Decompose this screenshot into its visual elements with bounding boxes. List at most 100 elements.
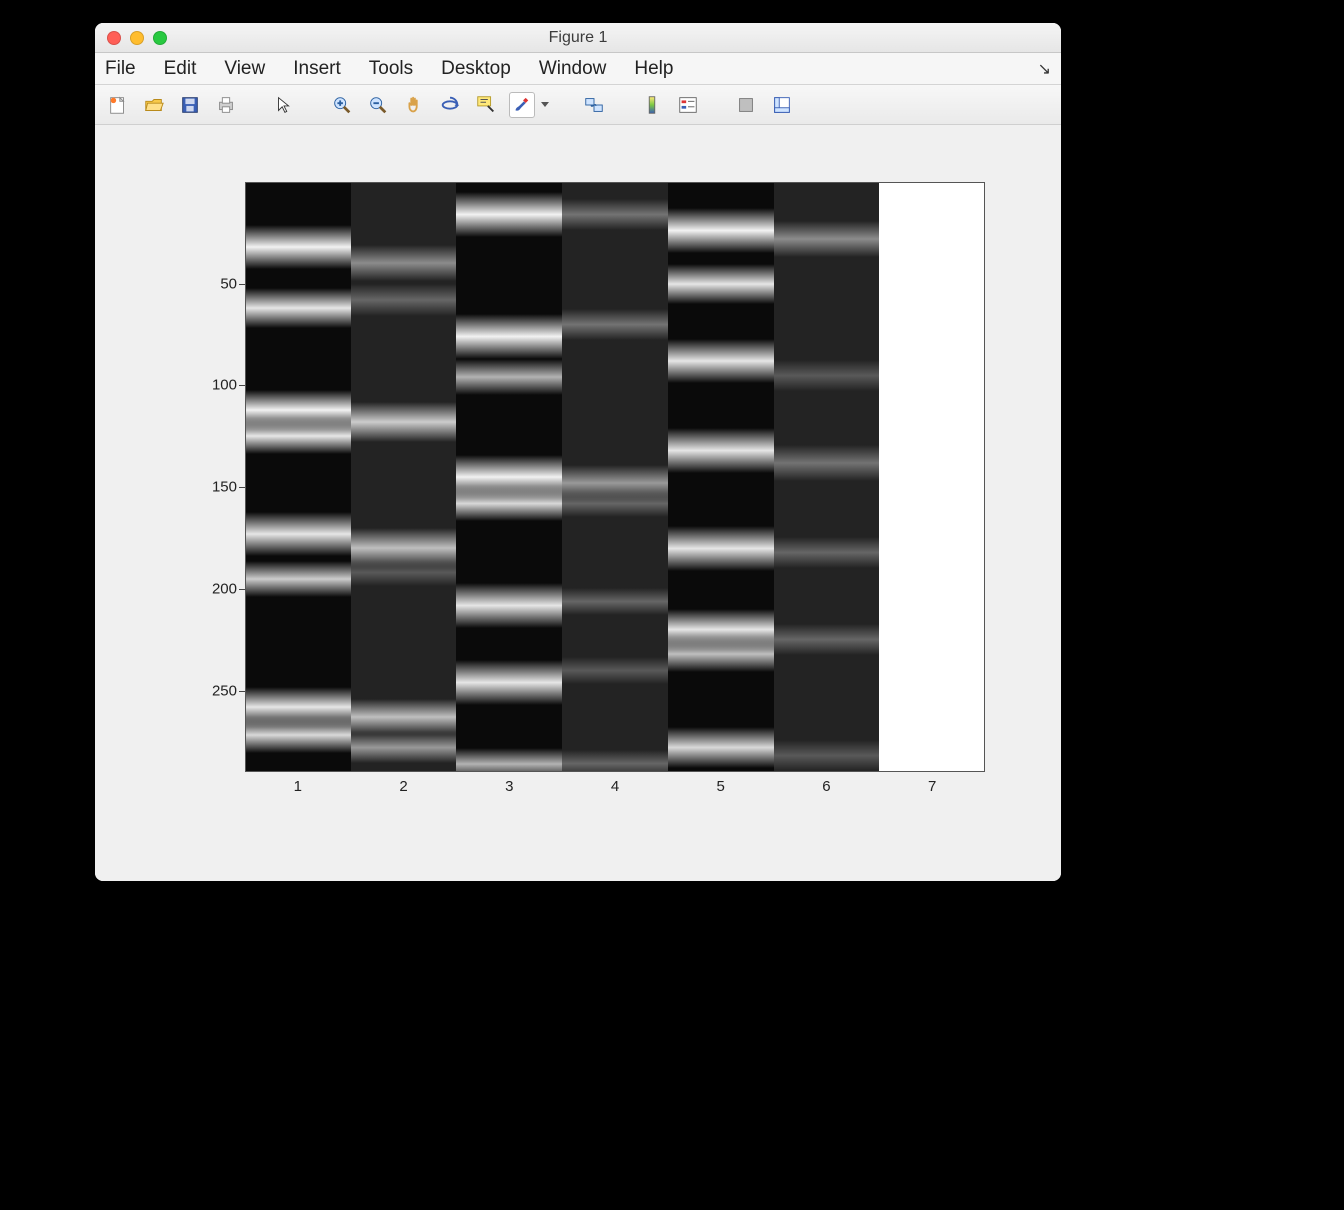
menu-help[interactable]: Help xyxy=(634,58,673,80)
gel-lane-5 xyxy=(668,182,774,772)
gel-band xyxy=(456,583,562,628)
gel-band xyxy=(774,221,880,257)
y-tick-mark xyxy=(239,691,245,692)
gel-band xyxy=(668,727,774,767)
y-tick-label: 150 xyxy=(177,479,237,496)
pan-icon[interactable] xyxy=(401,92,427,118)
y-tick-label: 250 xyxy=(177,682,237,699)
window-title: Figure 1 xyxy=(95,29,1061,47)
brush-dropdown-icon[interactable] xyxy=(541,102,549,107)
gel-band xyxy=(245,418,351,454)
minimize-button[interactable] xyxy=(130,31,144,45)
figure-window: Figure 1 File Edit View Insert Tools Des… xyxy=(95,23,1061,881)
gel-band xyxy=(456,314,562,359)
rotate3d-icon[interactable] xyxy=(437,92,463,118)
y-tick-label: 50 xyxy=(177,275,237,292)
x-tick-label: 1 xyxy=(294,778,302,795)
gel-band xyxy=(774,624,880,655)
y-tick-mark xyxy=(239,589,245,590)
menu-window[interactable]: Window xyxy=(539,58,607,80)
print-icon[interactable] xyxy=(213,92,239,118)
y-tick-label: 200 xyxy=(177,580,237,597)
gel-lane-2 xyxy=(351,182,457,772)
show-plot-tools-icon[interactable] xyxy=(769,92,795,118)
insert-colorbar-icon[interactable] xyxy=(639,92,665,118)
insert-legend-icon[interactable] xyxy=(675,92,701,118)
gel-band xyxy=(668,526,774,571)
gel-band xyxy=(245,717,351,753)
pointer-icon[interactable] xyxy=(271,92,297,118)
gel-band xyxy=(562,199,668,230)
gel-lane-7 xyxy=(879,182,985,772)
brush-icon[interactable] xyxy=(509,92,535,118)
menu-tools[interactable]: Tools xyxy=(369,58,413,80)
menu-edit[interactable]: Edit xyxy=(164,58,197,80)
gel-band xyxy=(774,445,880,481)
hide-plot-tools-icon[interactable] xyxy=(733,92,759,118)
gel-band xyxy=(456,192,562,237)
dock-arrow-icon[interactable]: ↘ xyxy=(1038,59,1051,79)
y-tick-mark xyxy=(239,284,245,285)
gel-band xyxy=(562,657,668,684)
gel-band xyxy=(562,309,668,340)
gel-band xyxy=(351,559,457,586)
gel-band xyxy=(774,360,880,391)
gel-band xyxy=(245,512,351,557)
x-tick-label: 3 xyxy=(505,778,513,795)
y-tick-label: 100 xyxy=(177,377,237,394)
gel-band xyxy=(351,699,457,735)
titlebar: Figure 1 xyxy=(95,23,1061,53)
gel-band xyxy=(245,288,351,328)
gel-band xyxy=(456,359,562,395)
data-cursor-icon[interactable] xyxy=(473,92,499,118)
x-tick-label: 4 xyxy=(611,778,619,795)
y-tick-mark xyxy=(239,385,245,386)
zoom-out-icon[interactable] xyxy=(365,92,391,118)
gel-band xyxy=(668,339,774,384)
menu-desktop[interactable]: Desktop xyxy=(441,58,511,80)
image-plot[interactable] xyxy=(245,182,985,772)
gel-band xyxy=(668,208,774,253)
gel-band xyxy=(562,750,668,772)
y-tick-mark xyxy=(239,487,245,488)
zoom-in-icon[interactable] xyxy=(329,92,355,118)
maximize-button[interactable] xyxy=(153,31,167,45)
new-figure-icon[interactable] xyxy=(105,92,131,118)
gel-band xyxy=(562,588,668,615)
x-tick-label: 5 xyxy=(717,778,725,795)
gel-band xyxy=(774,740,880,771)
gel-lane-4 xyxy=(562,182,668,772)
link-plot-icon[interactable] xyxy=(581,92,607,118)
gel-band xyxy=(351,245,457,281)
gel-band xyxy=(456,660,562,705)
gel-band xyxy=(562,490,668,517)
gel-band xyxy=(668,264,774,304)
gel-band xyxy=(245,225,351,270)
gel-band xyxy=(351,402,457,442)
gel-band xyxy=(351,732,457,763)
x-tick-label: 6 xyxy=(822,778,830,795)
x-tick-label: 2 xyxy=(399,778,407,795)
gel-band xyxy=(456,748,562,772)
toolbar xyxy=(95,85,1061,125)
gel-band xyxy=(456,486,562,522)
menu-file[interactable]: File xyxy=(105,58,136,80)
open-icon[interactable] xyxy=(141,92,167,118)
save-icon[interactable] xyxy=(177,92,203,118)
axes[interactable]: 50100150200250 1234567 xyxy=(245,182,985,772)
close-button[interactable] xyxy=(107,31,121,45)
gel-band xyxy=(351,284,457,315)
gel-lane-3 xyxy=(456,182,562,772)
gel-band xyxy=(668,428,774,473)
gel-lane-6 xyxy=(774,182,880,772)
gel-lane-1 xyxy=(245,182,351,772)
gel-band xyxy=(245,561,351,597)
gel-band xyxy=(668,636,774,672)
window-controls xyxy=(95,31,167,45)
gel-band xyxy=(774,537,880,568)
menu-view[interactable]: View xyxy=(224,58,265,80)
x-tick-label: 7 xyxy=(928,778,936,795)
figure-canvas[interactable]: 50 100 150 200 250 1 2 3 4 5 6 7 xyxy=(95,125,1061,881)
menubar: File Edit View Insert Tools Desktop Wind… xyxy=(95,53,1061,85)
menu-insert[interactable]: Insert xyxy=(293,58,341,80)
